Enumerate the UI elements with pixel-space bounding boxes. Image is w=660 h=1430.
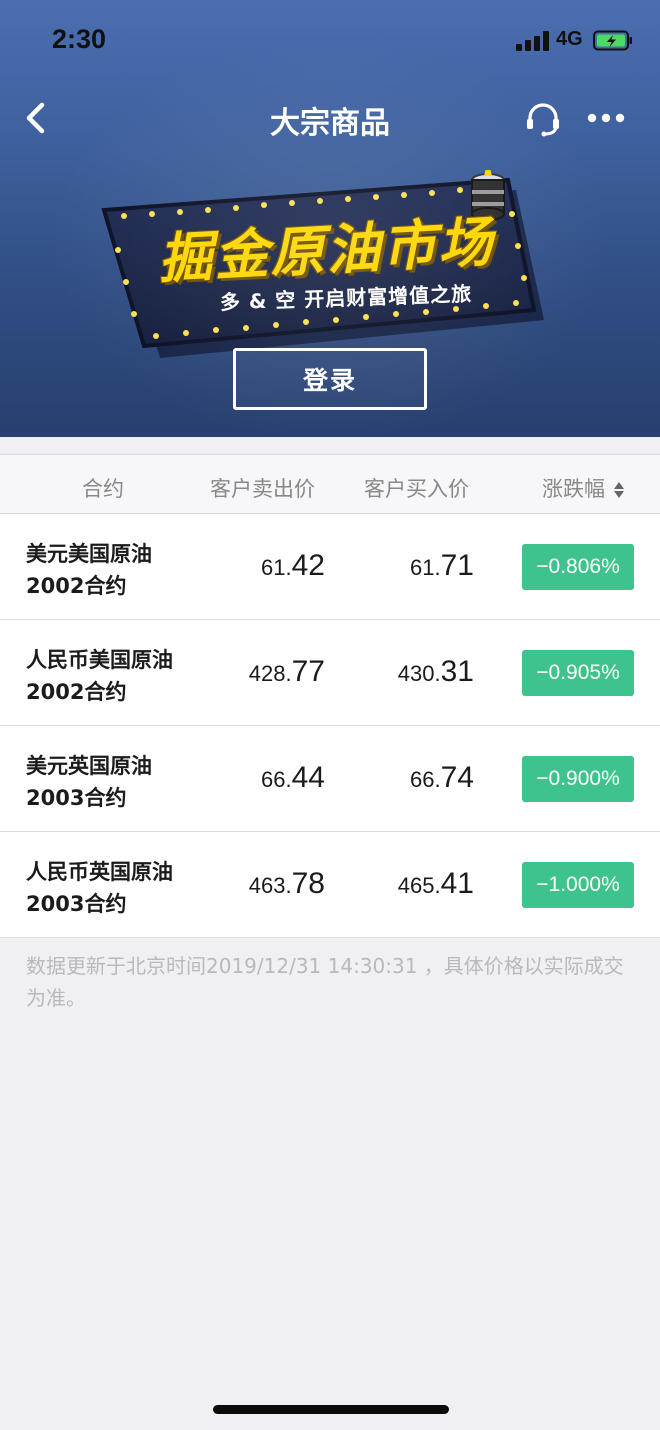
- more-dots-icon[interactable]: [586, 108, 626, 128]
- buy-price: 430.31: [397, 655, 474, 688]
- contract-name: 人民币英国原油 2003合约: [26, 860, 173, 916]
- status-time: 2:30: [52, 24, 107, 54]
- network-label: 4G: [556, 28, 583, 50]
- table-row[interactable]: 美元美国原油 2002合约 61.42 61.71 −0.806%: [0, 514, 660, 620]
- banner-subtitle: 多 & 空 开启财富增值之旅: [219, 281, 473, 315]
- table-row[interactable]: 人民币美国原油 2002合约 428.77 430.31 −0.905%: [0, 620, 660, 726]
- change-badge: −1.000%: [522, 862, 634, 908]
- page-title: 大宗商品: [270, 106, 390, 141]
- commodity-table: 合约 客户卖出价 客户买入价 涨跌幅 美元美国原油 2002合约 61.42 6…: [0, 454, 660, 938]
- home-indicator[interactable]: [213, 1405, 449, 1414]
- buy-price: 66.74: [410, 761, 474, 794]
- headset-icon[interactable]: [524, 100, 562, 138]
- buy-price: 61.71: [410, 549, 474, 582]
- page: 2:30 4G 大宗商品 掘金原油市场 多 & 空 开启财富增值之旅 登录 合约…: [0, 0, 660, 1430]
- status-bar: 2:30 4G: [0, 0, 660, 80]
- contract-name: 美元美国原油 2002合约: [26, 542, 152, 598]
- header-sell-price: 客户卖出价: [210, 477, 315, 501]
- contract-name: 美元英国原油 2003合约: [26, 754, 152, 810]
- sell-price: 61.42: [261, 549, 325, 582]
- sell-price: 428.77: [248, 655, 325, 688]
- header-contract: 合约: [82, 477, 124, 501]
- contract-name: 人民币美国原油 2002合约: [26, 648, 173, 704]
- table-row[interactable]: 人民币英国原油 2003合约 463.78 465.41 −1.000%: [0, 832, 660, 938]
- change-badge: −0.806%: [522, 544, 634, 590]
- sell-price: 66.44: [261, 761, 325, 794]
- banner-title: 掘金原油市场: [156, 210, 496, 291]
- login-button[interactable]: 登录: [233, 348, 427, 410]
- battery-icon: [593, 30, 632, 51]
- header-change-label: 涨跌幅: [542, 477, 605, 501]
- update-footnote: 数据更新于北京时间2019/12/31 14:30:31 ，具体价格以实际成交为…: [26, 954, 624, 1010]
- signal-icon: [516, 31, 550, 51]
- chevron-left-icon[interactable]: [20, 100, 52, 136]
- sort-icon: [614, 482, 624, 498]
- change-badge: −0.900%: [522, 756, 634, 802]
- header-change-sort[interactable]: 涨跌幅: [542, 473, 625, 503]
- header-banner: 2:30 4G 大宗商品 掘金原油市场 多 & 空 开启财富增值之旅 登录: [0, 0, 660, 437]
- table-header: 合约 客户卖出价 客户买入价 涨跌幅: [0, 454, 660, 514]
- change-badge: −0.905%: [522, 650, 634, 696]
- buy-price: 465.41: [397, 867, 474, 900]
- table-row[interactable]: 美元英国原油 2003合约 66.44 66.74 −0.900%: [0, 726, 660, 832]
- header-buy-price: 客户买入价: [364, 477, 469, 501]
- marquee-board-icon: [101, 170, 544, 358]
- nav-bar: 大宗商品: [0, 88, 660, 148]
- promo-banner: 掘金原油市场 多 & 空 开启财富增值之旅: [96, 170, 556, 360]
- sell-price: 463.78: [248, 867, 325, 900]
